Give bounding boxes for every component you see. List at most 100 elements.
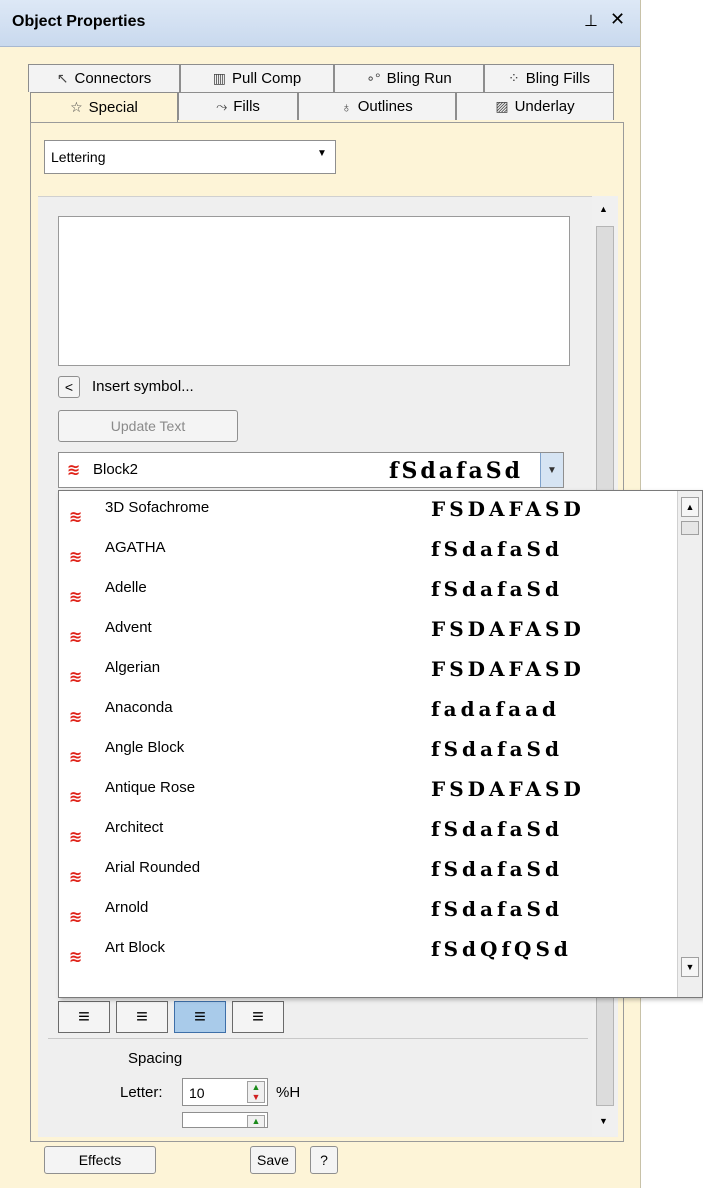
lettering-text-input[interactable] (58, 216, 570, 366)
font-sample: fSdafaSd (431, 537, 563, 561)
font-name: 3D Sofachrome (105, 499, 210, 516)
align-center-icon: ≡ (194, 1005, 206, 1028)
font-name: Algerian (105, 659, 161, 676)
tab-fills[interactable]: ⤳ Fills (178, 92, 298, 120)
spinner-icon[interactable]: ▲ (247, 1115, 265, 1127)
scroll-up-icon[interactable]: ▲ (681, 497, 699, 517)
save-button[interactable]: Save (250, 1146, 296, 1174)
stitch-font-icon: ≋ (69, 589, 82, 606)
font-sample: FSDAFASD (431, 497, 585, 521)
insert-symbol-label: Insert symbol... (92, 378, 194, 395)
align-right-button[interactable]: ≡ (116, 1001, 168, 1033)
tab-special[interactable]: ☆ Special (30, 92, 178, 122)
letter-spacing-input[interactable]: 10 ▲ ▼ (182, 1078, 268, 1106)
font-name: Angle Block (105, 739, 185, 756)
font-name: Art Block (105, 939, 166, 956)
pin-icon[interactable]: ⊥ (584, 11, 598, 31)
align-center-button[interactable]: ≡ (174, 1001, 226, 1033)
help-button[interactable]: ? (310, 1146, 338, 1174)
font-list-item[interactable]: ≋ Arnold fSdafaSd (59, 893, 679, 933)
stitch-font-icon: ≋ (69, 629, 82, 646)
letter-spacing-label: Letter: (120, 1084, 163, 1101)
font-list-item[interactable]: ≋ Architect fSdafaSd (59, 813, 679, 853)
font-select[interactable]: ≋ Block2 fSdafaSd ▼ (58, 452, 564, 488)
font-sample: FSDAFASD (431, 777, 585, 801)
font-list-item[interactable]: ≋ Adelle fSdafaSd (59, 573, 679, 613)
font-list-scrollbar[interactable]: ▲ ▼ (677, 491, 702, 997)
pull-comp-icon: ▥ (212, 70, 227, 86)
effects-button[interactable]: Effects (44, 1146, 156, 1174)
tab-bling-run[interactable]: ∘° Bling Run (334, 64, 484, 92)
font-list-item[interactable]: ≋ Advent FSDAFASD (59, 613, 679, 653)
font-sample: fSdafaSd (431, 857, 563, 881)
tab-row-1: ↖ Connectors ▥ Pull Comp ∘° Bling Run ⁘ … (28, 64, 614, 92)
scroll-up-icon[interactable]: ▲ (599, 204, 608, 214)
object-type-select[interactable]: Lettering ▼ (44, 140, 336, 174)
tab-label: Underlay (514, 98, 575, 115)
font-sample: FSDAFASD (431, 617, 585, 641)
font-name: Antique Rose (105, 779, 196, 796)
stitch-font-icon: ≋ (69, 949, 82, 966)
align-justify-icon: ≡ (252, 1005, 264, 1028)
chevron-down-icon[interactable]: ▼ (540, 453, 563, 487)
insert-symbol-button[interactable]: < (58, 376, 80, 398)
tab-pull-comp[interactable]: ▥ Pull Comp (180, 64, 334, 92)
tab-bling-fills[interactable]: ⁘ Bling Fills (484, 64, 614, 92)
font-sample: fadafaad (431, 697, 561, 721)
line-spacing-input[interactable]: ▲ (182, 1112, 268, 1128)
fill-icon: ⤳ (216, 98, 228, 114)
connector-icon: ↖ (56, 70, 69, 86)
font-name: Arial Rounded (105, 859, 201, 876)
object-type-value: Lettering (51, 149, 106, 165)
close-icon[interactable]: ✕ (610, 9, 625, 30)
font-list-item[interactable]: ≋ Angle Block fSdafaSd (59, 733, 679, 773)
font-name: Advent (105, 619, 152, 636)
stitch-font-icon: ≋ (69, 869, 82, 886)
stitch-font-icon: ≋ (69, 549, 82, 566)
stitch-font-icon: ≋ (69, 829, 82, 846)
font-name: Anaconda (105, 699, 173, 716)
align-justify-button[interactable]: ≡ (232, 1001, 284, 1033)
tab-row-2: ☆ Special ⤳ Fills ♁ Outlines ▨ Underlay (30, 92, 614, 122)
tab-label: Pull Comp (232, 70, 302, 87)
font-list-item[interactable]: ≋ Anaconda fadafaad (59, 693, 679, 733)
tab-label: Fills (233, 98, 260, 115)
font-dropdown-list: ≋ 3D Sofachrome FSDAFASD ≋ AGATHA fSdafaSd ≋… (58, 490, 703, 998)
font-sample: fSdQfQSd (431, 937, 572, 961)
letter-spacing-value: 10 (189, 1085, 205, 1101)
tab-connectors[interactable]: ↖ Connectors (28, 64, 180, 92)
stitch-font-icon: ≋ (69, 909, 82, 926)
font-sample: fSdafaSd (431, 577, 563, 601)
font-list-item[interactable]: ≋ AGATHA fSdafaSd (59, 533, 679, 573)
font-list-item[interactable]: ≋ Antique Rose FSDAFASD (59, 773, 679, 813)
tab-label: Outlines (357, 98, 413, 115)
star-icon: ☆ (70, 99, 83, 115)
divider (48, 1038, 588, 1039)
tab-underlay[interactable]: ▨ Underlay (456, 92, 614, 120)
font-list-item[interactable]: ≋ 3D Sofachrome FSDAFASD (59, 493, 679, 533)
font-name: Arnold (105, 899, 149, 916)
stitch-font-icon: ≋ (67, 462, 80, 479)
scrollbar-thumb[interactable] (681, 521, 699, 535)
font-name: AGATHA (105, 539, 166, 556)
font-list-item[interactable]: ≋ Algerian FSDAFASD (59, 653, 679, 693)
tab-outlines[interactable]: ♁ Outlines (298, 92, 456, 120)
tab-label: Connectors (74, 70, 152, 87)
align-left-button[interactable]: ≡ (58, 1001, 110, 1033)
bling-fills-icon: ⁘ (508, 70, 520, 86)
scroll-down-icon[interactable]: ▼ (681, 957, 699, 977)
align-left-icon: ≡ (78, 1005, 90, 1028)
align-right-icon: ≡ (136, 1005, 148, 1028)
font-list-item[interactable]: ≋ Arial Rounded fSdafaSd (59, 853, 679, 893)
font-sample: fSdafaSd (431, 737, 563, 761)
font-list-item[interactable]: ≋ Art Block fSdQfQSd (59, 933, 679, 973)
stitch-font-icon: ≋ (69, 749, 82, 766)
stitch-font-icon: ≋ (69, 669, 82, 686)
letter-spacing-unit: %H (276, 1084, 301, 1101)
tab-label: Bling Run (386, 70, 452, 87)
scroll-down-icon[interactable]: ▼ (599, 1116, 608, 1126)
update-text-button[interactable]: Update Text (58, 410, 238, 442)
spinner-icon[interactable]: ▲ ▼ (247, 1081, 265, 1103)
panel-title: Object Properties (12, 13, 146, 30)
alignment-buttons: ≡ ≡ ≡ ≡ (58, 1001, 284, 1033)
